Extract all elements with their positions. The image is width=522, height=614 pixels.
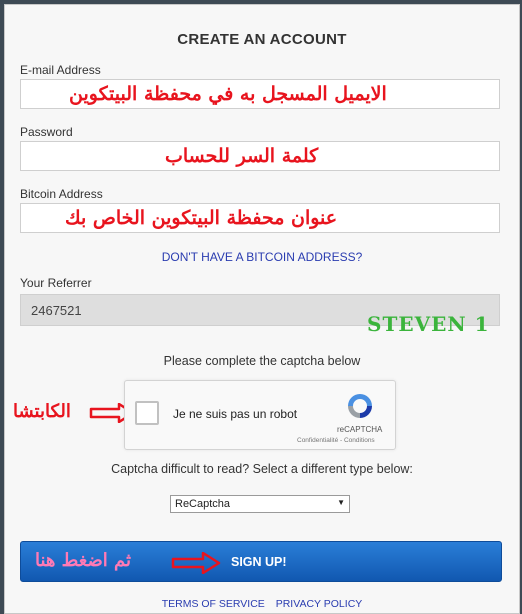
captcha-prompt: Please complete the captcha below	[163, 354, 361, 368]
footer-links: TERMS OF SERVICE PRIVACY POLICY	[5, 598, 519, 610]
recaptcha-logo-icon	[348, 394, 372, 418]
terms-of-service-link[interactable]: TERMS OF SERVICE	[162, 598, 265, 610]
referrer-label: Your Referrer	[20, 276, 92, 290]
signup-annotation: ثم اضغط هنا	[35, 550, 131, 571]
recaptcha-checkbox-label: Je ne suis pas un robot	[173, 407, 298, 421]
signup-button-label: SIGN UP!	[231, 555, 287, 569]
recaptcha-checkbox[interactable]	[135, 401, 159, 425]
captcha-annotation: الكابتشا	[13, 401, 71, 422]
password-label: Password	[20, 125, 73, 139]
signup-button[interactable]: ثم اضغط هنا SIGN UP!	[20, 541, 502, 582]
password-annotation: كلمة السر للحساب	[165, 145, 319, 167]
chevron-down-icon: ▼	[337, 498, 345, 507]
bitcoin-address-label: Bitcoin Address	[20, 187, 103, 201]
privacy-policy-link[interactable]: PRIVACY POLICY	[276, 598, 363, 610]
recaptcha-brand: reCAPTCHA	[337, 425, 383, 434]
email-annotation: الايميل المسجل به في محفظة البيتكوين	[69, 83, 387, 105]
signup-form-panel: CREATE AN ACCOUNT E-mail Address الايميل…	[4, 4, 520, 614]
captcha-type-select[interactable]: ReCaptcha ▼	[170, 495, 350, 513]
recaptcha-privacy-terms[interactable]: Confidentialité - Conditions	[297, 437, 375, 444]
email-label: E-mail Address	[20, 63, 101, 77]
arrow-right-icon	[171, 552, 221, 574]
captcha-alt-prompt: Captcha difficult to read? Select a diff…	[111, 462, 413, 476]
referrer-annotation: STEVEN 1	[367, 312, 490, 336]
page-title: CREATE AN ACCOUNT	[177, 31, 347, 48]
captcha-type-value: ReCaptcha	[175, 498, 231, 510]
no-bitcoin-address-link[interactable]: DON'T HAVE A BITCOIN ADDRESS?	[5, 250, 519, 264]
bitcoin-annotation: عنوان محفظة البيتكوين الخاص بك	[65, 207, 338, 229]
recaptcha-widget: Je ne suis pas un robot reCAPTCHA Confid…	[124, 380, 396, 450]
